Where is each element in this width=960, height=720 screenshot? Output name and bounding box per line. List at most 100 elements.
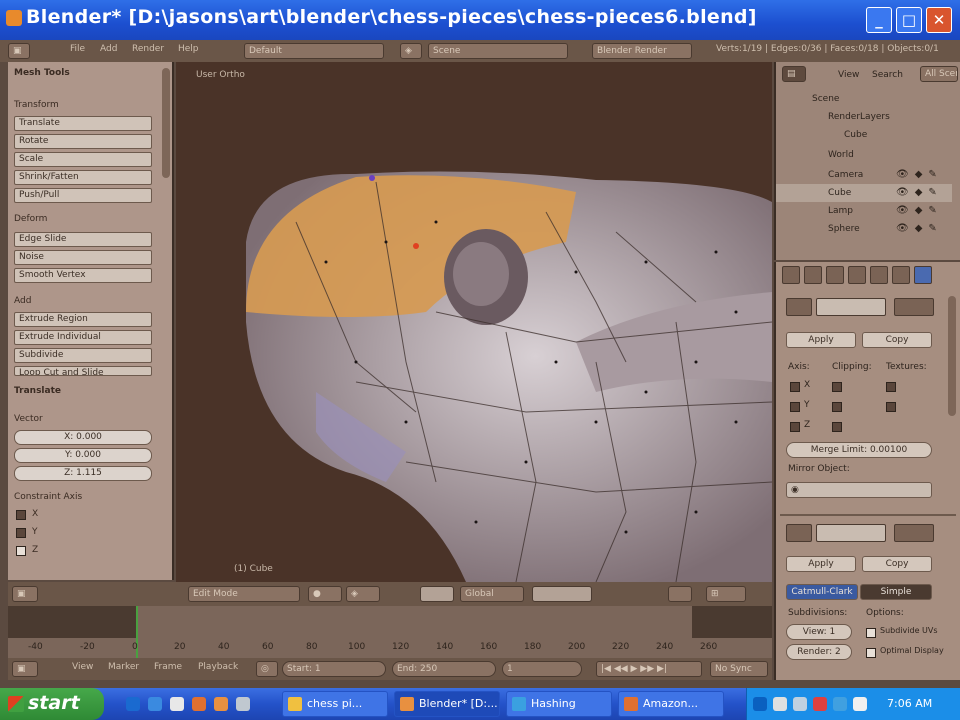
menu-help[interactable]: Help: [178, 44, 199, 54]
volume-icon[interactable]: [853, 697, 867, 711]
merge-limit-field[interactable]: Merge Limit: 0.00100: [786, 442, 932, 458]
optimal-display-checkbox[interactable]: [866, 648, 876, 658]
render-engine-select[interactable]: Blender Render: [592, 43, 692, 59]
viewport-editor-icon[interactable]: ▣: [12, 586, 38, 602]
current-frame-field[interactable]: 1: [502, 661, 582, 677]
texture-u-checkbox[interactable]: [886, 382, 896, 392]
minimize-button[interactable]: _: [866, 7, 892, 33]
texture-v-checkbox[interactable]: [886, 402, 896, 412]
axis-z-checkbox[interactable]: [790, 422, 800, 432]
smooth-vertex-button[interactable]: Smooth Vertex: [14, 268, 152, 283]
start-frame-field[interactable]: Start: 1: [282, 661, 386, 677]
loop-cut-button[interactable]: Loop Cut and Slide: [14, 366, 152, 376]
close-button[interactable]: ✕: [926, 7, 952, 33]
tray-icon[interactable]: [813, 697, 827, 711]
outliner-row-renderlayers[interactable]: RenderLayers: [776, 108, 952, 126]
constraint-x-checkbox[interactable]: [16, 510, 26, 520]
menu-add[interactable]: Add: [100, 44, 117, 54]
timeline-view-menu[interactable]: View: [72, 662, 93, 672]
outliner-search-menu[interactable]: Search: [872, 70, 903, 80]
tray-icon[interactable]: [793, 697, 807, 711]
subsurf-modifier-icon[interactable]: [786, 524, 812, 542]
data-tab-icon[interactable]: [914, 266, 932, 284]
clipping-extra-checkbox[interactable]: [832, 422, 842, 432]
show-desktop-icon[interactable]: [126, 697, 140, 711]
3d-viewport[interactable]: User Ortho (1) Cube: [176, 62, 772, 582]
outliner-editor-icon[interactable]: ▤: [782, 66, 806, 82]
mesh-model[interactable]: [176, 62, 772, 582]
vertex-group-checkbox[interactable]: [832, 402, 842, 412]
noise-button[interactable]: Noise: [14, 250, 152, 265]
firefox-icon[interactable]: [192, 697, 206, 711]
manipulator-toggle[interactable]: [420, 586, 454, 602]
constraint-z-checkbox[interactable]: [16, 546, 26, 556]
blender-quicklaunch-icon[interactable]: [214, 697, 228, 711]
playback-controls[interactable]: |◀ ◀◀ ▶ ▶▶ ▶|: [596, 661, 702, 677]
subsurf-display-toggles[interactable]: [894, 524, 934, 542]
subdivide-button[interactable]: Subdivide: [14, 348, 152, 363]
tray-icon[interactable]: [753, 697, 767, 711]
toolshelf-scrollbar[interactable]: [162, 68, 170, 178]
edge-slide-button[interactable]: Edge Slide: [14, 232, 152, 247]
clipping-checkbox[interactable]: [832, 382, 842, 392]
start-button[interactable]: start: [0, 688, 104, 720]
select-mode-buttons[interactable]: [532, 586, 592, 602]
constraint-y-checkbox[interactable]: [16, 528, 26, 538]
pivot-select[interactable]: ◈: [346, 586, 380, 602]
window-titlebar[interactable]: Blender* [D:\jasons\art\blender\chess-pi…: [0, 0, 960, 40]
extrude-region-button[interactable]: Extrude Region: [14, 312, 152, 327]
render-levels-field[interactable]: Render: 2: [786, 644, 852, 660]
constraints-tab-icon[interactable]: [870, 266, 888, 284]
axis-x-checkbox[interactable]: [790, 382, 800, 392]
outliner-row-world[interactable]: World: [776, 146, 952, 164]
axis-y-checkbox[interactable]: [790, 402, 800, 412]
shrink-fatten-button[interactable]: Shrink/Fatten: [14, 170, 152, 185]
task-blender[interactable]: Blender* [D:...: [394, 691, 500, 717]
outliner-display-select[interactable]: All Scenes: [920, 66, 958, 82]
chrome-icon[interactable]: [170, 697, 184, 711]
subsurf-apply-button[interactable]: Apply: [786, 556, 856, 572]
properties-scrollbar[interactable]: [948, 296, 956, 416]
subdivide-uvs-checkbox[interactable]: [866, 628, 876, 638]
vector-z-field[interactable]: Z: 1.115: [14, 466, 152, 481]
subsurf-modifier-name[interactable]: [816, 524, 886, 542]
view-levels-field[interactable]: View: 1: [786, 624, 852, 640]
world-tab-icon[interactable]: [826, 266, 844, 284]
mesh-tools-header[interactable]: Mesh Tools: [14, 68, 70, 78]
scene-tab-icon[interactable]: [804, 266, 822, 284]
vector-y-field[interactable]: Y: 0.000: [14, 448, 152, 463]
scene-icon[interactable]: ◈: [400, 43, 422, 59]
maximize-button[interactable]: □: [896, 7, 922, 33]
timeline-marker-menu[interactable]: Marker: [108, 662, 139, 672]
timeline[interactable]: -40 -20 0 20 40 60 80 100 120 140 160 18…: [8, 606, 772, 658]
ie-icon[interactable]: [148, 697, 162, 711]
proportional-edit-button[interactable]: [668, 586, 692, 602]
scale-button[interactable]: Scale: [14, 152, 152, 167]
mirror-copy-button[interactable]: Copy: [862, 332, 932, 348]
mirror-modifier-name[interactable]: [816, 298, 886, 316]
transform-orientation-select[interactable]: Global: [460, 586, 524, 602]
mirror-object-field[interactable]: ◉: [786, 482, 932, 498]
rotate-button[interactable]: Rotate: [14, 134, 152, 149]
end-frame-field[interactable]: End: 250: [392, 661, 496, 677]
timeline-editor-icon[interactable]: ▣: [12, 661, 38, 677]
push-pull-button[interactable]: Push/Pull: [14, 188, 152, 203]
scene-select[interactable]: Scene: [428, 43, 568, 59]
outliner-row-cube-data[interactable]: Cube: [776, 126, 952, 144]
visibility-toggles[interactable]: 👁◆✎ 👁◆✎ 👁◆✎ 👁◆✎: [896, 166, 952, 236]
snap-button[interactable]: ⊞: [706, 586, 746, 602]
sync-select[interactable]: No Sync: [710, 661, 768, 677]
screen-layout-select[interactable]: Default: [244, 43, 384, 59]
timeline-ruler[interactable]: -40 -20 0 20 40 60 80 100 120 140 160 18…: [8, 638, 772, 658]
mirror-modifier-icon[interactable]: [786, 298, 812, 316]
task-chess-pieces[interactable]: chess pi...: [282, 691, 388, 717]
editor-type-icon[interactable]: ▣: [8, 43, 30, 59]
mirror-apply-button[interactable]: Apply: [786, 332, 856, 348]
render-tab-icon[interactable]: [782, 266, 800, 284]
modifiers-tab-icon[interactable]: [892, 266, 910, 284]
outliner-view-menu[interactable]: View: [838, 70, 859, 80]
operator-panel-title[interactable]: Translate: [14, 386, 61, 396]
clock[interactable]: 7:06 AM: [887, 697, 932, 710]
timeline-playback-menu[interactable]: Playback: [198, 662, 238, 672]
outliner-row-scene[interactable]: Scene: [776, 90, 952, 108]
